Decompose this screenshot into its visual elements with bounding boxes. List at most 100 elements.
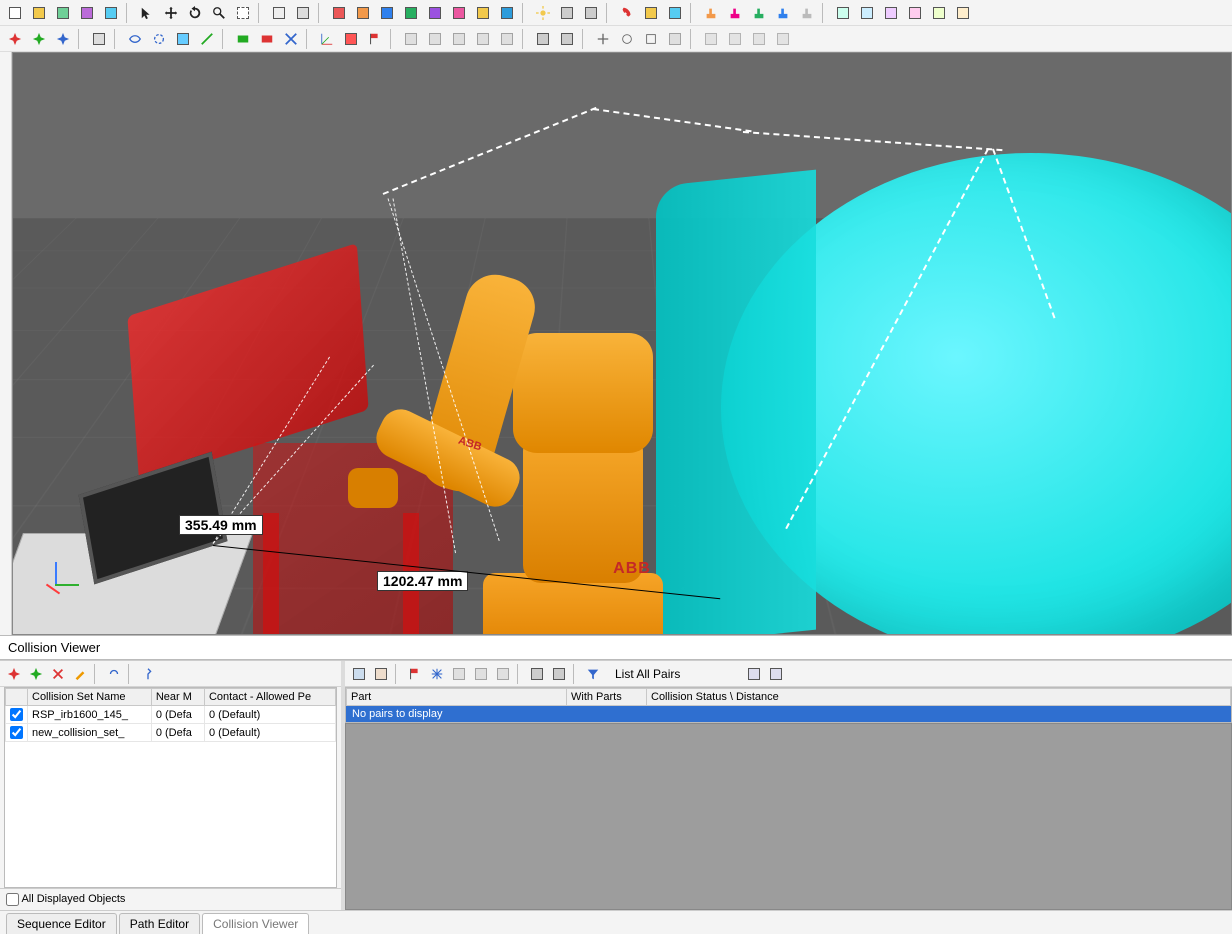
robot-icon-5[interactable] bbox=[796, 2, 818, 24]
cp-btn-5[interactable] bbox=[493, 664, 513, 684]
table-row[interactable]: new_collision_set_ 0 (Defa 0 (Default) bbox=[6, 724, 336, 742]
tb2-g4[interactable] bbox=[664, 28, 686, 50]
tb2-g3[interactable] bbox=[640, 28, 662, 50]
robot-icon-2[interactable] bbox=[724, 2, 746, 24]
tb2-b4[interactable] bbox=[196, 28, 218, 50]
view-fit-icon[interactable] bbox=[952, 2, 974, 24]
row-checkbox[interactable] bbox=[10, 708, 23, 721]
robot-icon-1[interactable] bbox=[700, 2, 722, 24]
3d-viewport[interactable]: ABB ABB 355.49 mm 1202.47 mm bbox=[12, 52, 1232, 635]
tb2-e1[interactable] bbox=[400, 28, 422, 50]
tb2-a[interactable] bbox=[88, 28, 110, 50]
tb2-e4[interactable] bbox=[472, 28, 494, 50]
tb2-h1[interactable] bbox=[700, 28, 722, 50]
tb2-h2[interactable] bbox=[724, 28, 746, 50]
view-top-icon[interactable] bbox=[880, 2, 902, 24]
spark-green-icon[interactable] bbox=[28, 28, 50, 50]
cube-red-icon[interactable] bbox=[328, 2, 350, 24]
cp-btn-8[interactable] bbox=[744, 664, 764, 684]
tab-collision-viewer[interactable]: Collision Viewer bbox=[202, 913, 309, 934]
tb2-g1[interactable] bbox=[592, 28, 614, 50]
tb2-g2[interactable] bbox=[616, 28, 638, 50]
filter-icon[interactable] bbox=[583, 664, 603, 684]
tb2-b1[interactable] bbox=[124, 28, 146, 50]
tb1-y2[interactable] bbox=[664, 2, 686, 24]
tb1-btn-2[interactable] bbox=[28, 2, 50, 24]
tb2-e2[interactable] bbox=[424, 28, 446, 50]
cp-btn-1[interactable] bbox=[349, 664, 369, 684]
col-part[interactable]: Part bbox=[347, 689, 567, 706]
pan-icon[interactable] bbox=[160, 2, 182, 24]
tb2-e5[interactable] bbox=[496, 28, 518, 50]
cp-btn-4[interactable] bbox=[471, 664, 491, 684]
col-near[interactable]: Near M bbox=[151, 689, 204, 706]
tb2-b3[interactable] bbox=[172, 28, 194, 50]
tb2-c3[interactable] bbox=[280, 28, 302, 50]
tb1-x1[interactable] bbox=[556, 2, 578, 24]
cube-green-icon[interactable] bbox=[400, 2, 422, 24]
tab-path-editor[interactable]: Path Editor bbox=[119, 913, 200, 934]
tb1-btn-3[interactable] bbox=[52, 2, 74, 24]
all-displayed-objects-checkbox[interactable]: All Displayed Objects bbox=[6, 893, 125, 905]
list-all-pairs-label[interactable]: List All Pairs bbox=[615, 667, 680, 681]
phone-icon[interactable] bbox=[616, 2, 638, 24]
rotate-icon[interactable] bbox=[184, 2, 206, 24]
table-row[interactable]: RSP_irb1600_145_ 0 (Defa 0 (Default) bbox=[6, 706, 336, 724]
col-with[interactable]: With Parts bbox=[567, 689, 647, 706]
axis-icon[interactable] bbox=[316, 28, 338, 50]
tb2-f1[interactable] bbox=[532, 28, 554, 50]
tb1-btn-b[interactable] bbox=[292, 2, 314, 24]
cs-del-icon[interactable] bbox=[48, 664, 68, 684]
tab-sequence-editor[interactable]: Sequence Editor bbox=[6, 913, 117, 934]
cp-btn-6[interactable] bbox=[527, 664, 547, 684]
tb1-x2[interactable] bbox=[580, 2, 602, 24]
tb1-btn-5[interactable] bbox=[100, 2, 122, 24]
spark-red-icon[interactable] bbox=[4, 28, 26, 50]
cs-new-icon[interactable] bbox=[4, 664, 24, 684]
col-status[interactable]: Collision Status \ Distance bbox=[647, 689, 1231, 706]
cp-btn-9[interactable] bbox=[766, 664, 786, 684]
view-side-icon[interactable] bbox=[856, 2, 878, 24]
cube-orange-icon[interactable] bbox=[352, 2, 374, 24]
view-iso-icon[interactable] bbox=[904, 2, 926, 24]
row-checkbox[interactable] bbox=[10, 726, 23, 739]
col-contact[interactable]: Contact - Allowed Pe bbox=[204, 689, 335, 706]
flag-icon[interactable] bbox=[364, 28, 386, 50]
cs-link-icon[interactable] bbox=[104, 664, 124, 684]
cp-flag-icon[interactable] bbox=[405, 664, 425, 684]
cursor-icon[interactable] bbox=[136, 2, 158, 24]
cube-pink-icon[interactable] bbox=[448, 2, 470, 24]
spark-blue-icon[interactable] bbox=[52, 28, 74, 50]
cp-btn-2[interactable] bbox=[371, 664, 391, 684]
tb2-c2[interactable] bbox=[256, 28, 278, 50]
zoom-icon[interactable] bbox=[208, 2, 230, 24]
tb2-d2[interactable] bbox=[340, 28, 362, 50]
cs-brush-icon[interactable] bbox=[70, 664, 90, 684]
robot-icon-3[interactable] bbox=[748, 2, 770, 24]
tb2-h3[interactable] bbox=[748, 28, 770, 50]
tb2-f2[interactable] bbox=[556, 28, 578, 50]
tb2-h4[interactable] bbox=[772, 28, 794, 50]
cp-snow-icon[interactable] bbox=[427, 664, 447, 684]
no-pairs-row[interactable]: No pairs to display bbox=[346, 706, 1231, 722]
tb1-btn-a[interactable] bbox=[268, 2, 290, 24]
col-name[interactable]: Collision Set Name bbox=[28, 689, 152, 706]
tb1-y1[interactable] bbox=[640, 2, 662, 24]
robot-icon-4[interactable] bbox=[772, 2, 794, 24]
col-checkbox[interactable] bbox=[6, 689, 28, 706]
tb2-e3[interactable] bbox=[448, 28, 470, 50]
cube-violet-icon[interactable] bbox=[424, 2, 446, 24]
tb1-btn-1[interactable] bbox=[4, 2, 26, 24]
zoom-window-icon[interactable] bbox=[232, 2, 254, 24]
tb2-b2[interactable] bbox=[148, 28, 170, 50]
cube-blue-icon[interactable] bbox=[376, 2, 398, 24]
light-icon[interactable] bbox=[532, 2, 554, 24]
cp-btn-7[interactable] bbox=[549, 664, 569, 684]
tb1-btn-4[interactable] bbox=[76, 2, 98, 24]
view-persp-icon[interactable] bbox=[928, 2, 950, 24]
all-displayed-objects-input[interactable] bbox=[6, 893, 19, 906]
cube-teal-icon[interactable] bbox=[496, 2, 518, 24]
cs-pin-icon[interactable] bbox=[138, 664, 158, 684]
cp-btn-3[interactable] bbox=[449, 664, 469, 684]
cube-yellow-icon[interactable] bbox=[472, 2, 494, 24]
